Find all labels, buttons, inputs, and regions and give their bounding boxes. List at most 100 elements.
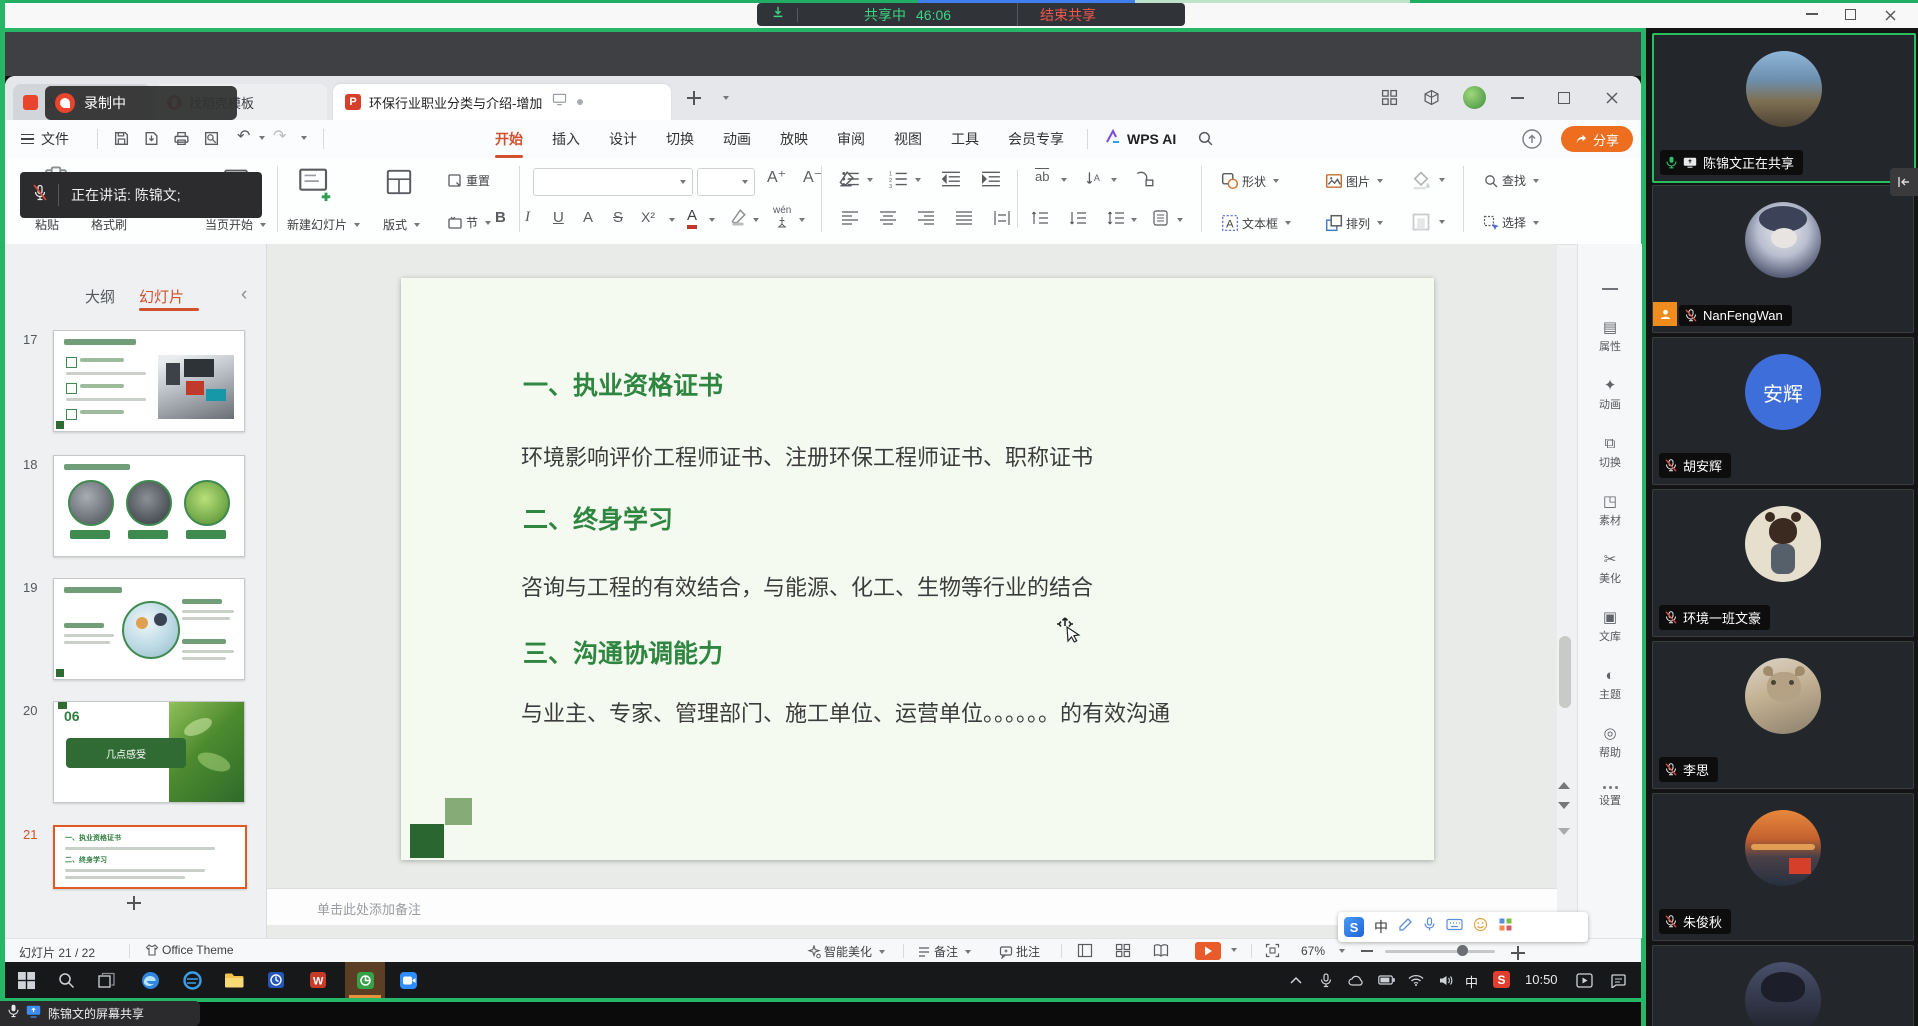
line-spacing-up-icon[interactable] [1031,210,1049,231]
taskbar-search-icon[interactable] [53,962,79,998]
layout-button[interactable]: 版式 [383,216,420,233]
superscript-chevron-icon[interactable] [669,218,675,222]
menu-member[interactable]: 会员专享 [1006,129,1066,149]
justify-icon[interactable] [955,210,973,231]
undo-icon[interactable]: ↶ [237,129,250,145]
meeting-maximize-button[interactable] [1845,9,1856,20]
download-icon[interactable] [771,5,785,24]
participant-tile[interactable]: 朱俊秋 [1652,793,1914,941]
taskbar-clock[interactable]: 10:50 [1525,972,1558,987]
participant-tile[interactable]: 安辉 胡安辉 [1652,337,1914,485]
tray-video-icon[interactable] [1571,962,1597,998]
superscript-button[interactable]: X² [641,210,655,224]
slide-thumbnail-20[interactable]: 06 几点感受 [53,701,245,803]
zoom-chevron-icon[interactable] [1339,949,1345,953]
monitor-icon[interactable] [552,93,567,111]
tray-mic-icon[interactable] [1313,962,1339,998]
wps-ai-button[interactable]: WPS AI [1105,120,1176,158]
menu-review[interactable]: 审阅 [835,129,867,149]
reset-button[interactable]: 重置 [447,172,490,189]
zoom-slider-thumb[interactable] [1457,945,1468,956]
fill-color-icon[interactable] [1411,170,1431,195]
sidebar-assets[interactable]: ◳素材 [1578,494,1642,528]
participant-tile-partial[interactable] [1652,945,1914,1026]
prev-slide-button[interactable] [1558,782,1570,789]
layout-icon[interactable] [385,168,413,201]
sidebar-library[interactable]: ▣文库 [1578,610,1642,644]
textbox-button[interactable]: A 文本框 [1221,214,1291,232]
participant-tile-sharing[interactable]: 陈锦文正在共享 [1652,33,1916,183]
menu-tools[interactable]: 工具 [949,129,981,149]
ime-mode-indicator[interactable]: 中 [1374,917,1388,937]
paragraph-settings-icon[interactable] [1153,210,1171,231]
increase-indent-icon[interactable] [981,170,1001,193]
edge-browser-icon[interactable] [137,962,163,998]
wps-maximize-button[interactable] [1558,92,1570,104]
highlight-chevron-icon[interactable] [753,218,759,222]
file-menu[interactable]: 文件 [21,120,69,158]
line-spacing-icon[interactable] [1107,210,1125,231]
pinyin-chevron-icon[interactable] [799,218,805,222]
quickbar-chevron-icon[interactable] [301,136,307,140]
distribute-icon[interactable] [993,210,1011,231]
sidebar-theme[interactable]: ◐主题 [1578,668,1642,702]
text-direction-icon[interactable]: A [1085,170,1105,193]
menu-animation[interactable]: 动画 [721,129,753,149]
zoom-in-button[interactable] [1511,946,1523,958]
meeting-close-button[interactable] [1885,8,1896,26]
slide-thumbnail-17[interactable] [53,330,245,432]
smart-beautify-button[interactable]: 智能美化 [807,943,885,960]
menu-slideshow[interactable]: 放映 [778,129,810,149]
collapse-panel-icon[interactable]: ‹ [241,284,247,306]
slide-canvas[interactable]: 一、执业资格证书 环境影响评价工程师证书、注册环保工程师证书、职称证书 二、终身… [401,278,1434,860]
tray-volume-icon[interactable] [1433,962,1459,998]
slide-sorter-icon[interactable] [1115,943,1131,963]
numbering-icon[interactable]: 123 [889,170,909,193]
ime-pen-icon[interactable] [1398,917,1413,937]
menu-transition[interactable]: 切换 [664,129,696,149]
select-button[interactable]: 选择 [1483,214,1539,231]
tab-list-chevron-icon[interactable] [723,96,729,100]
arrange-button[interactable]: 排列 [1325,214,1383,232]
integration-icon[interactable] [1423,89,1440,111]
char-distribute-chevron-icon[interactable] [1061,178,1067,182]
canvas-scrollbar-thumb[interactable] [1559,636,1571,708]
zoom-out-button[interactable] [1361,950,1373,952]
user-avatar[interactable] [1463,86,1486,109]
new-slide-button[interactable]: 新建幻灯片 [287,216,360,233]
wps-writer-icon[interactable]: W [305,962,331,998]
find-button[interactable]: 查找 [1483,172,1539,189]
slide-thumbnail-19[interactable] [53,578,245,680]
font-size-select[interactable] [697,168,755,196]
tab-presentation-active[interactable]: P 环保行业职业分类与介绍-增加 [333,84,671,120]
paste-label[interactable]: 粘贴 [35,216,59,233]
redo-icon[interactable]: ↷ [273,129,286,145]
sidebar-animation[interactable]: ✦动画 [1578,378,1642,412]
decrease-font-button[interactable]: A⁻ [803,170,822,186]
meeting-app-icon[interactable] [395,962,421,998]
tray-battery-icon[interactable] [1373,962,1399,998]
fit-slide-icon[interactable] [1265,943,1280,963]
shapes-button[interactable]: 形状 [1221,172,1279,190]
new-tab-button[interactable] [687,91,701,105]
reading-view-icon[interactable] [1153,943,1169,963]
fill-chevron-icon[interactable] [1439,178,1445,182]
line-spacing-chevron-icon[interactable] [1131,218,1137,222]
bullets-icon[interactable] [841,170,861,193]
frame-icon[interactable] [1411,212,1431,237]
participant-tile[interactable]: 李思 [1652,641,1914,789]
add-slide-button[interactable] [127,896,145,914]
align-center-icon[interactable] [879,210,897,231]
tray-expand-icon[interactable] [1283,962,1309,998]
undo-chevron-icon[interactable] [259,136,265,140]
slideshow-play-button[interactable] [1195,942,1221,960]
browser-icon[interactable] [179,962,205,998]
notification-center-icon[interactable] [1605,962,1631,998]
task-view-icon[interactable] [93,962,119,998]
scroll-down-button[interactable] [1558,828,1570,835]
play-from-current-button[interactable]: 当页开始 [205,216,266,233]
numbering-chevron-icon[interactable] [915,178,921,182]
menu-design[interactable]: 设计 [607,129,639,149]
new-slide-icon[interactable] [297,164,335,209]
tray-sogou-icon[interactable]: S [1493,971,1510,988]
